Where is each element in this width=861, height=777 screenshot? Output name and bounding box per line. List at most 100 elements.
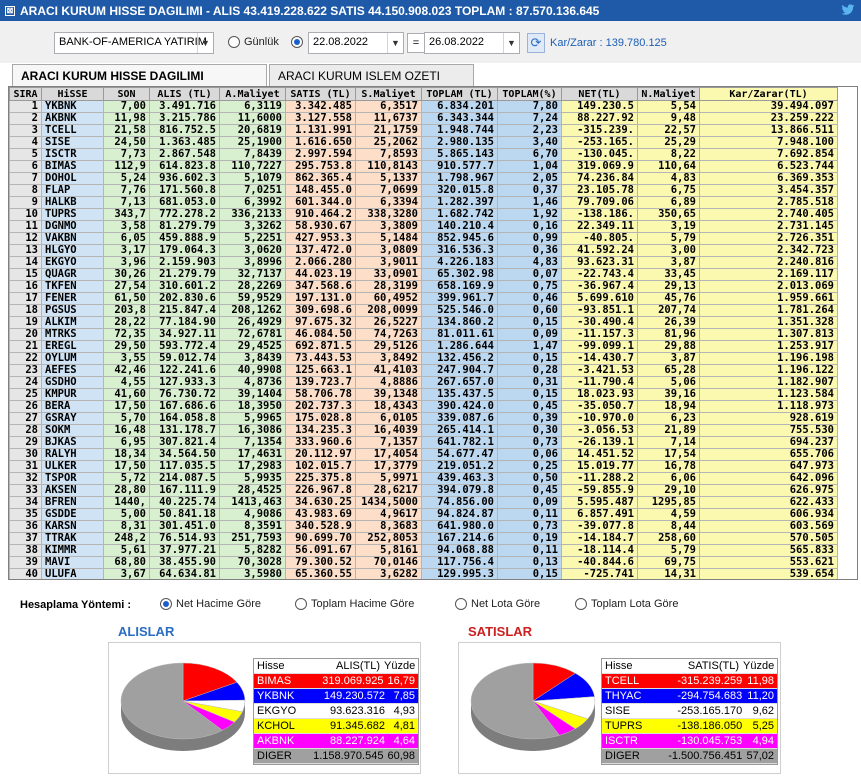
table-cell: 2.066.280: [285, 256, 356, 269]
broker-select[interactable]: BANK-OF-AMERICA YATIRIM ▼: [54, 32, 214, 54]
column-header[interactable]: SIRA: [9, 87, 42, 101]
table-row[interactable]: 6 BIMAS 112,9 614.823.8 110,7227 295.753.8 110…: [9, 160, 838, 173]
table-row[interactable]: 4 SISE 24,50 1.363.485 25,1900 1.616.650 25,20…: [9, 136, 838, 149]
twitter-bird-icon[interactable]: [841, 3, 855, 17]
table-row[interactable]: 15 QUAGR 30,26 21.279.79 32,7137 44.023.19 33,…: [9, 268, 838, 281]
table-cell: 1,46: [497, 196, 562, 209]
column-header[interactable]: SON: [103, 87, 150, 101]
table-cell: 0,75: [497, 280, 562, 293]
table-row[interactable]: 22 OYLUM 3,55 59.012.74 3,8439 73.443.53 3,849…: [9, 352, 838, 365]
column-header[interactable]: Kar/Zarar(TL): [699, 87, 838, 101]
column-header[interactable]: TOPLAM(%): [497, 87, 562, 101]
chevron-down-icon[interactable]: ▼: [197, 33, 213, 53]
table-row[interactable]: 27 GSRAY 5,70 164.058.8 5,9965 175.028.8 6,010…: [9, 412, 838, 425]
table-cell: -315.239.: [561, 124, 638, 137]
calendar-chevron-icon[interactable]: ▼: [503, 33, 519, 53]
table-row[interactable]: 38 KIMMR 5,61 37.977.21 5,8282 56.091.67 5,816…: [9, 544, 838, 557]
satislar-legend: Hisse SATIS(TL) Yüzde TCELL -315.239.259 11,9…: [601, 658, 778, 765]
radio-toplam-lot-dot[interactable]: [575, 598, 587, 610]
table-row[interactable]: 29 BJKAS 6,95 307.821.4 7,1354 333.960.6 7,135…: [9, 436, 838, 449]
table-cell: 5,79: [637, 232, 700, 245]
table-row[interactable]: 12 VAKBN 6,05 459.888.9 5,2251 427.953.3 5,148…: [9, 232, 838, 245]
radio-range[interactable]: [291, 36, 307, 48]
calendar-chevron-icon[interactable]: ▼: [387, 33, 403, 53]
table-row[interactable]: 1 YKBNK 7,00 3.491.716 6,3119 3.342.485 6,3517…: [9, 100, 838, 113]
column-header[interactable]: ALIS (TL): [149, 87, 220, 101]
column-header[interactable]: S.Maliyet: [355, 87, 422, 101]
table-row[interactable]: 21 EREGL 29,50 593.772.4 29,4525 692.871.5 29,…: [9, 340, 838, 353]
table-row[interactable]: 33 AKSEN 28,80 167.111.9 28,4525 226.967.8 28,…: [9, 484, 838, 497]
table-row[interactable]: 2 AKBNK 11,98 3.215.786 11,6000 3.127.558 11,6…: [9, 112, 838, 125]
table-row[interactable]: 19 ALKIM 28,22 77.184.90 26,4929 97.675.32 26,…: [9, 316, 838, 329]
radio-net-hacim[interactable]: Net Hacime Göre: [160, 598, 261, 610]
table-cell: 58.706.78: [285, 388, 356, 401]
column-header[interactable]: HiSSE: [41, 87, 104, 101]
table-cell: 267.657.0: [421, 376, 498, 389]
table-cell: 73.443.53: [285, 352, 356, 365]
radio-net-lot[interactable]: Net Lota Göre: [455, 598, 540, 610]
table-row[interactable]: 36 KARSN 8,31 301.451.0 8,3591 340.528.9 8,368…: [9, 520, 838, 533]
table-cell: 1440,: [103, 496, 150, 509]
table-row[interactable]: 20 MTRKS 72,35 34.927.11 72,6781 46.084.50 74,…: [9, 328, 838, 341]
table-cell: 21,1759: [355, 124, 422, 137]
table-cell: 38: [9, 544, 42, 557]
date-to-picker[interactable]: 26.08.2022 ▼: [424, 32, 520, 54]
table-row[interactable]: 5 ISCTR 7,73 2.867.548 7,8439 2.997.594 7,8593…: [9, 148, 838, 161]
table-row[interactable]: 23 AEFES 42,46 122.241.6 40,9908 125.663.1 41,…: [9, 364, 838, 377]
hisse-grid[interactable]: SIRA HiSSE SON ALIS (TL) A.Maliyet SATIS (TL)…: [8, 86, 858, 580]
table-row[interactable]: 11 DGNMO 3,58 81.279.79 3,3262 58.930.67 3,380…: [9, 220, 838, 233]
table-row[interactable]: 13 HLGYO 3,17 179.064.3 3,0620 137.472.0 3,080…: [9, 244, 838, 257]
table-cell: 3.215.786: [149, 112, 220, 125]
column-header[interactable]: TOPLAM (TL): [421, 87, 498, 101]
column-header[interactable]: SATIS (TL): [285, 87, 356, 101]
column-header[interactable]: NET(TL): [561, 87, 638, 101]
tab-islem-ozeti[interactable]: ARACI KURUM ISLEM OZETI: [269, 64, 474, 86]
table-cell: 81.011.61: [421, 328, 498, 341]
column-header[interactable]: A.Maliyet: [219, 87, 286, 101]
table-row[interactable]: 18 PGSUS 203,8 215.847.4 208,1262 309.698.6 20…: [9, 304, 838, 317]
table-row[interactable]: 37 TTRAK 248,2 76.514.93 251,7593 90.699.70 25…: [9, 532, 838, 545]
table-row[interactable]: 40 ULUFA 3,67 64.634.81 3,5980 65.360.55 3,628…: [9, 568, 838, 579]
radio-net-lot-dot[interactable]: [455, 598, 467, 610]
table-row[interactable]: 30 RALYH 18,34 34.564.50 17,4631 20.112.97 17,…: [9, 448, 838, 461]
table-cell: 23: [9, 364, 42, 377]
karzarar-total: Kar/Zarar : 139.780.125: [550, 37, 667, 49]
table-cell: 137.472.0: [285, 244, 356, 257]
table-row[interactable]: 8 FLAP 7,76 171.560.8 7,0251 148.455.0 7,0699 3…: [9, 184, 838, 197]
radio-toplam-hacim-dot[interactable]: [295, 598, 307, 610]
radio-toplam-lot[interactable]: Toplam Lota Göre: [575, 598, 678, 610]
table-cell: 0,15: [497, 352, 562, 365]
table-row[interactable]: 9 HALKB 7,13 681.053.0 6,3992 601.344.0 6,3394…: [9, 196, 838, 209]
table-row[interactable]: 3 TCELL 21,58 816.752.5 20,6819 1.131.991 21,1…: [9, 124, 838, 137]
radio-daily[interactable]: Günlük: [228, 36, 279, 48]
table-cell: 3,17: [103, 244, 150, 257]
table-cell: 1.351.328: [699, 316, 838, 329]
table-row[interactable]: 39 MAVI 68,80 38.455.90 70,3028 79.300.52 70,0…: [9, 556, 838, 569]
radio-toplam-hacim[interactable]: Toplam Hacime Göre: [295, 598, 414, 610]
table-cell: 68,80: [103, 556, 150, 569]
table-cell: 390.424.0: [421, 400, 498, 413]
radio-daily-dot[interactable]: [228, 36, 240, 48]
table-row[interactable]: 10 TUPRS 343,7 772.278.2 336,2133 910.464.2 33…: [9, 208, 838, 221]
table-row[interactable]: 26 BERA 17,50 167.686.6 18,3950 202.737.3 18,4…: [9, 400, 838, 413]
radio-net-hacim-dot[interactable]: [160, 598, 172, 610]
window-menu-icon[interactable]: ⊠: [5, 5, 15, 16]
table-row[interactable]: 24 GSDHO 4,55 127.933.3 4,8736 139.723.7 4,888…: [9, 376, 838, 389]
table-row[interactable]: 25 KMPUR 41,60 76.730.72 39,1404 58.706.78 39,…: [9, 388, 838, 401]
table-row[interactable]: 32 TSPOR 5,72 214.087.5 5,9935 225.375.8 5,997…: [9, 472, 838, 485]
table-row[interactable]: 14 EKGYO 3,96 2.159.903 3,8996 2.066.280 3,901…: [9, 256, 838, 269]
table-cell: 4,8886: [355, 376, 422, 389]
table-row[interactable]: 34 BFREN 1440, 40.225.74 1413,463 34.630.25 14…: [9, 496, 838, 509]
table-row[interactable]: 17 FENER 61,50 202.830.6 59,9529 197.131.0 60,…: [9, 292, 838, 305]
refresh-icon[interactable]: ⟳: [527, 33, 545, 53]
table-row[interactable]: 35 GSDDE 5,00 50.841.18 4,9086 43.983.69 4,961…: [9, 508, 838, 521]
table-row[interactable]: 7 DOHOL 5,24 936.602.3 5,1079 862.365.4 5,1337…: [9, 172, 838, 185]
radio-range-dot[interactable]: [291, 36, 303, 48]
table-cell: 2.867.548: [149, 148, 220, 161]
column-header[interactable]: N.Maliyet: [637, 87, 700, 101]
tab-hisse-dagilimi[interactable]: ARACI KURUM HISSE DAGILIMI: [12, 64, 267, 86]
table-row[interactable]: 28 SOKM 16,48 131.178.7 16,3086 134.235.3 16,4…: [9, 424, 838, 437]
table-row[interactable]: 31 ULKER 17,50 117.035.5 17,2983 102.015.7 17,…: [9, 460, 838, 473]
table-row[interactable]: 16 TKFEN 27,54 310.601.2 28,2269 347.568.6 28,…: [9, 280, 838, 293]
date-from-picker[interactable]: 22.08.2022 ▼: [308, 32, 404, 54]
